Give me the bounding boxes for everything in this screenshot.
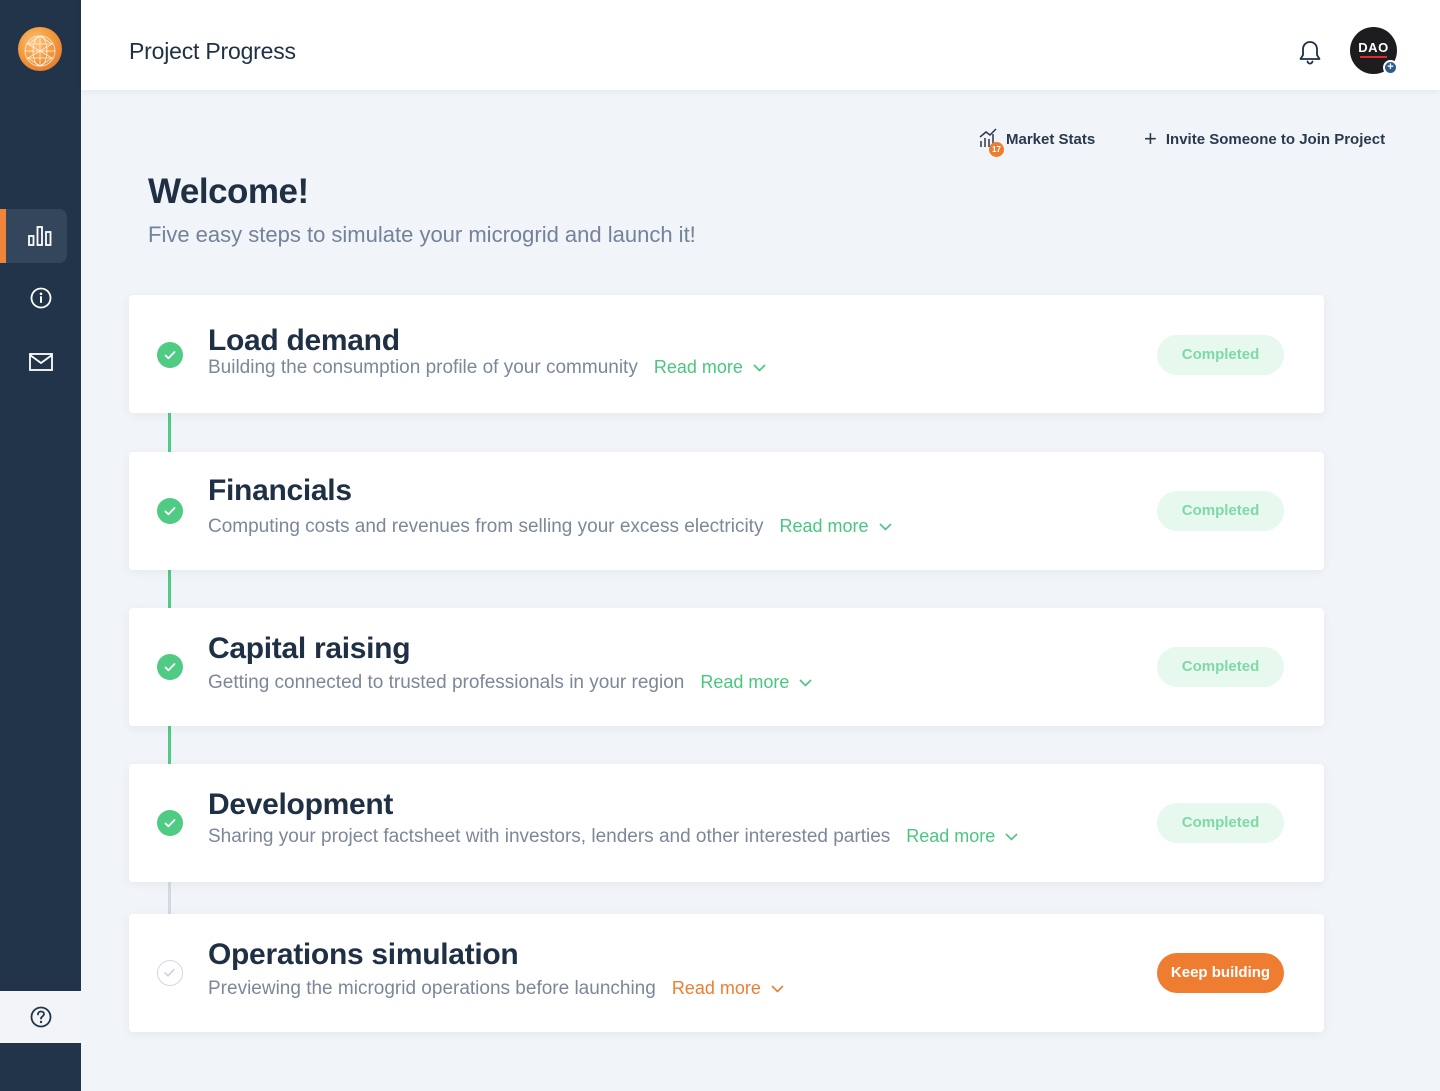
chevron-down-icon: [771, 984, 784, 993]
step-description: Sharing your project factsheet with inve…: [208, 826, 891, 847]
check-circle-outline-icon: [157, 960, 183, 986]
plus-icon: +: [1144, 126, 1157, 151]
step-description: Getting connected to trusted professiona…: [208, 672, 685, 693]
step-description-row: Previewing the microgrid operations befo…: [208, 978, 784, 1000]
step-description-row: Getting connected to trusted professiona…: [208, 672, 812, 694]
step-title: Financials: [208, 474, 352, 507]
status-badge: Completed: [1157, 803, 1284, 843]
top-header: Project Progress DAO +: [81, 0, 1440, 90]
check-circle-icon: [157, 342, 183, 368]
status-badge: Completed: [1157, 491, 1284, 531]
invite-button[interactable]: + Invite Someone to Join Project: [1144, 128, 1385, 150]
step-card-load-demand: Load demand Building the consumption pro…: [129, 295, 1324, 413]
read-more-label: Read more: [906, 826, 996, 846]
read-more-label: Read more: [653, 357, 743, 377]
step-card-financials: Financials Computing costs and revenues …: [129, 452, 1324, 570]
step-title: Development: [208, 788, 394, 821]
read-more-label: Read more: [779, 516, 869, 536]
step-card-capital-raising: Capital raising Getting connected to tru…: [129, 608, 1324, 726]
chevron-down-icon: [753, 363, 766, 372]
read-more-link[interactable]: Read more: [779, 516, 892, 537]
help-button[interactable]: [0, 991, 81, 1043]
keep-building-button[interactable]: Keep building: [1157, 953, 1284, 993]
read-more-label: Read more: [700, 672, 790, 692]
sidebar-item-info[interactable]: [0, 271, 81, 325]
welcome-title: Welcome!: [148, 172, 309, 211]
read-more-link[interactable]: Read more: [672, 978, 784, 999]
chevron-down-icon: [799, 678, 812, 687]
step-description-row: Sharing your project factsheet with inve…: [208, 826, 1018, 848]
chevron-down-icon: [878, 522, 892, 531]
step-card-operations-simulation: Operations simulation Previewing the mic…: [129, 914, 1324, 1032]
logo-globe-icon[interactable]: [18, 27, 62, 71]
sidebar-item-progress[interactable]: [0, 209, 67, 263]
step-description: Building the consumption profile of your…: [208, 357, 638, 378]
check-circle-icon: [157, 810, 183, 836]
user-avatar[interactable]: DAO +: [1350, 27, 1398, 75]
notifications-button[interactable]: [1298, 40, 1322, 71]
step-title: Operations simulation: [208, 938, 519, 971]
avatar-add-badge[interactable]: +: [1383, 60, 1398, 75]
step-title: Load demand: [208, 324, 400, 357]
check-circle-icon: [157, 654, 183, 680]
step-connector: [168, 725, 171, 764]
check-circle-icon: [157, 498, 183, 524]
read-more-link[interactable]: Read more: [906, 826, 1018, 847]
step-description-row: Computing costs and revenues from sellin…: [208, 516, 892, 538]
sidebar-item-messages[interactable]: [0, 335, 81, 389]
market-stats-badge: 17: [989, 142, 1004, 157]
status-badge: Completed: [1157, 335, 1284, 375]
market-stats-link[interactable]: 17 Market Stats: [979, 128, 1096, 157]
avatar-underline: [1360, 56, 1387, 58]
step-description: Computing costs and revenues from sellin…: [208, 516, 764, 537]
market-stats-icon: 17: [979, 128, 1004, 157]
info-icon: [30, 287, 51, 309]
avatar-initials: DAO: [1358, 40, 1389, 55]
step-title: Capital raising: [208, 632, 411, 665]
step-connector: [168, 413, 171, 452]
bell-icon: [1299, 41, 1321, 65]
step-description: Previewing the microgrid operations befo…: [208, 978, 656, 999]
read-more-link[interactable]: Read more: [700, 672, 812, 693]
mail-icon: [28, 353, 53, 371]
page-title: Project Progress: [129, 38, 296, 64]
read-more-label: Read more: [671, 978, 761, 998]
bar-chart-icon: [27, 226, 51, 246]
step-description-row: Building the consumption profile of your…: [208, 357, 766, 379]
read-more-link[interactable]: Read more: [654, 357, 766, 378]
status-badge: Completed: [1157, 647, 1284, 687]
step-connector: [168, 881, 171, 914]
market-stats-label: Market Stats: [1006, 130, 1096, 148]
help-circle-icon: [30, 1006, 51, 1028]
welcome-subtitle: Five easy steps to simulate your microgr…: [148, 222, 696, 247]
sidebar: [0, 0, 81, 1091]
step-connector: [168, 569, 171, 608]
chevron-down-icon: [1005, 832, 1018, 841]
step-card-development: Development Sharing your project factshe…: [129, 764, 1324, 882]
invite-label: Invite Someone to Join Project: [1165, 130, 1386, 148]
